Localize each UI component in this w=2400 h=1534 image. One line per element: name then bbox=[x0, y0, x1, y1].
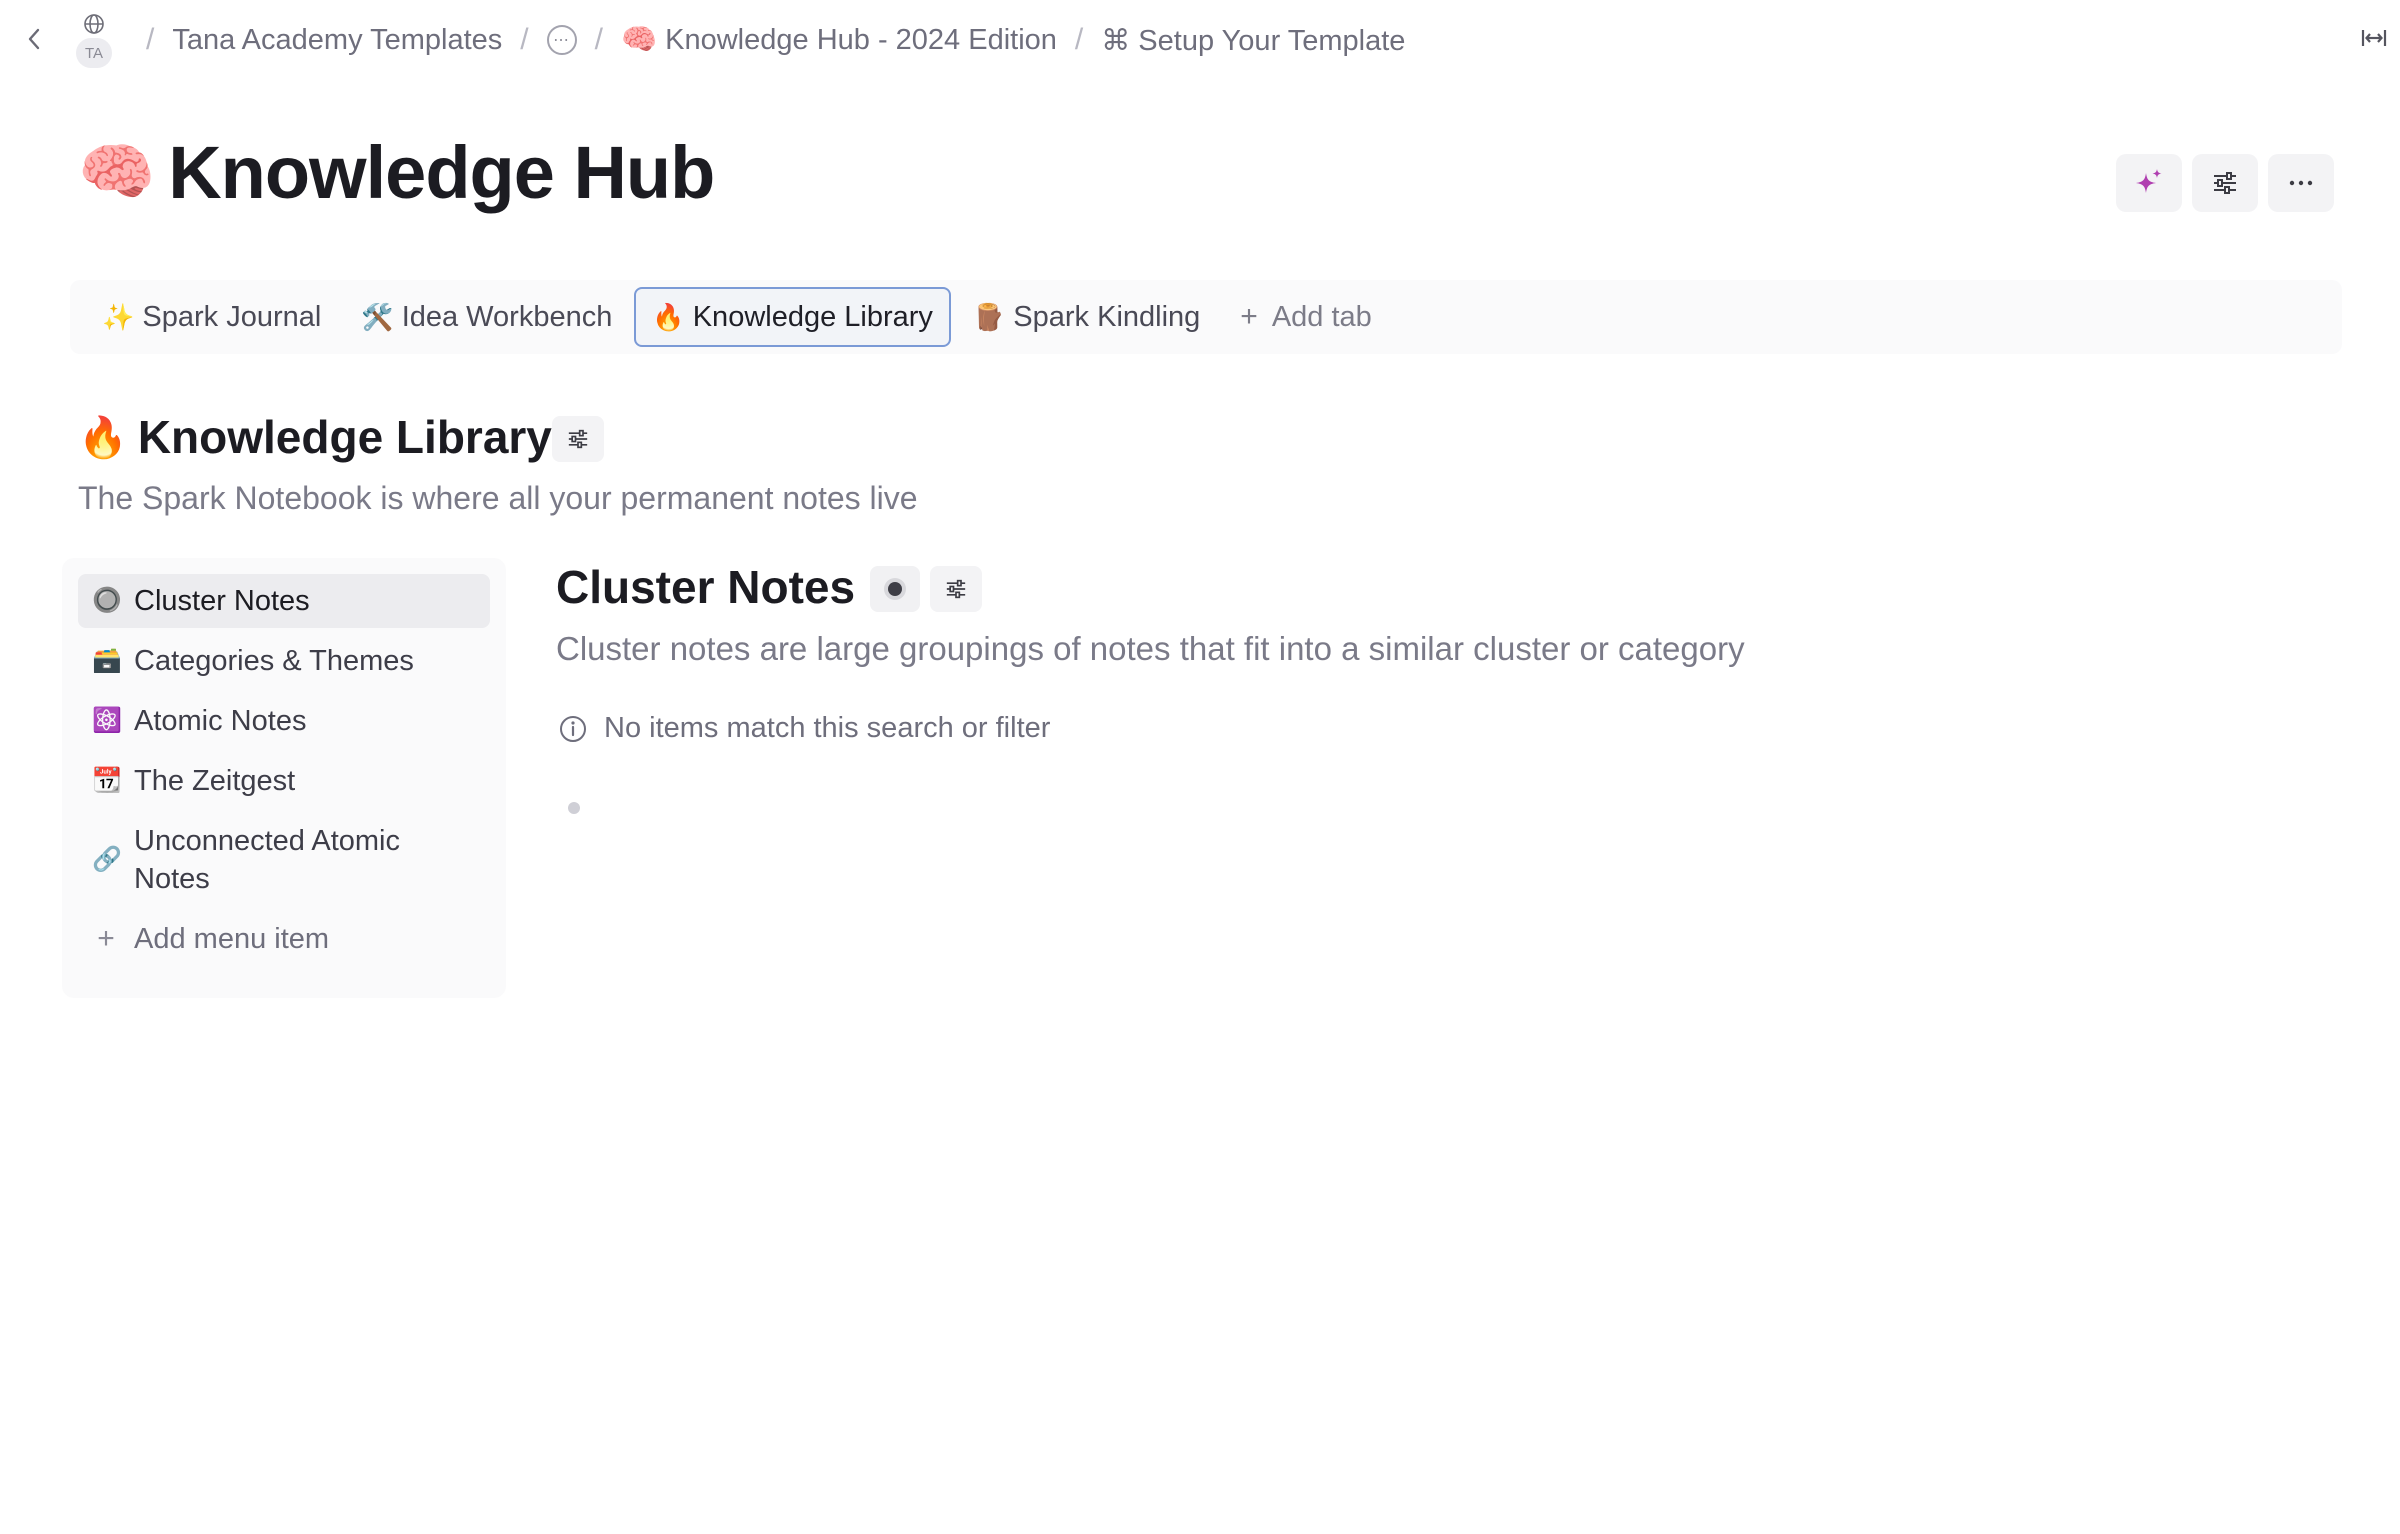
section-description: The Spark Notebook is where all your per… bbox=[78, 480, 918, 516]
sliders-icon bbox=[946, 579, 966, 599]
breadcrumb-separator: / bbox=[146, 23, 155, 56]
section-title: 🔥 Knowledge Library bbox=[78, 410, 552, 464]
workspace-switcher[interactable]: TA bbox=[76, 12, 112, 70]
add-tab-button[interactable]: + Add tab bbox=[1222, 287, 1390, 347]
add-menu-item-label: Add menu item bbox=[134, 923, 330, 955]
menu-item-unconnected-atomic-notes[interactable]: 🔗 Unconnected Atomic Notes bbox=[78, 814, 490, 906]
side-menu: 🔘 Cluster Notes 🗃️ Categories & Themes ⚛… bbox=[62, 558, 506, 998]
plus-icon: + bbox=[97, 922, 115, 955]
empty-state-text: No items match this search or filter bbox=[604, 712, 1051, 744]
sliders-icon bbox=[568, 429, 588, 449]
radio-button-icon: 🔘 bbox=[92, 587, 122, 614]
empty-state: No items match this search or filter bbox=[558, 712, 1050, 745]
tab-bar: ✨ Spark Journal 🛠️ Idea Workbench 🔥 Know… bbox=[70, 280, 2342, 354]
tab-spark-journal[interactable]: ✨ Spark Journal bbox=[84, 287, 339, 347]
tab-label: Spark Kindling bbox=[1013, 300, 1201, 333]
sparkles-icon: ✨ bbox=[102, 301, 135, 332]
tab-spark-kindling[interactable]: 🪵 Spark Kindling bbox=[955, 287, 1218, 347]
breadcrumb: / Tana Academy Templates / ⋯ / 🧠 Knowled… bbox=[128, 18, 1405, 62]
workspace-badge: TA bbox=[76, 38, 112, 68]
bullet-dot-icon bbox=[888, 582, 902, 596]
more-icon bbox=[2289, 180, 2313, 186]
top-bar: TA / Tana Academy Templates / ⋯ / 🧠 Know… bbox=[0, 0, 2400, 80]
section-title-text[interactable]: Knowledge Library bbox=[138, 410, 552, 464]
menu-item-label: Atomic Notes bbox=[134, 705, 307, 737]
main-description: Cluster notes are large groupings of not… bbox=[556, 630, 1745, 667]
breadcrumb-separator: / bbox=[1074, 23, 1084, 56]
node-bullet-button[interactable] bbox=[870, 566, 920, 612]
breadcrumb-item-setup[interactable]: ⌘ Setup Your Template bbox=[1101, 23, 1405, 58]
main-title[interactable]: Cluster Notes bbox=[556, 560, 855, 614]
header-actions bbox=[2116, 154, 2334, 212]
fire-icon: 🔥 bbox=[78, 415, 128, 460]
tab-idea-workbench[interactable]: 🛠️ Idea Workbench bbox=[343, 287, 630, 347]
calendar-icon: 📆 bbox=[92, 767, 122, 794]
brain-icon: 🧠 bbox=[78, 138, 155, 207]
menu-item-label: Unconnected Atomic Notes bbox=[134, 825, 400, 895]
breadcrumb-more-icon[interactable]: ⋯ bbox=[546, 25, 577, 55]
menu-item-categories-themes[interactable]: 🗃️ Categories & Themes bbox=[78, 634, 490, 688]
breadcrumb-item-workspace[interactable]: Tana Academy Templates bbox=[172, 24, 502, 57]
tab-label: Knowledge Library bbox=[692, 300, 933, 333]
empty-node-bullet[interactable] bbox=[568, 802, 580, 814]
add-tab-label: Add tab bbox=[1271, 300, 1372, 333]
globe-icon bbox=[84, 14, 104, 34]
fire-icon: 🔥 bbox=[652, 301, 685, 332]
menu-item-atomic-notes[interactable]: ⚛️ Atomic Notes bbox=[78, 694, 490, 748]
breadcrumb-separator: / bbox=[520, 23, 529, 56]
menu-item-label: Categories & Themes bbox=[134, 645, 414, 677]
expand-width-icon[interactable] bbox=[2358, 22, 2390, 54]
tab-knowledge-library[interactable]: 🔥 Knowledge Library bbox=[634, 287, 951, 347]
card-file-box-icon: 🗃️ bbox=[92, 647, 122, 674]
section-options-button[interactable] bbox=[552, 416, 604, 462]
wood-icon: 🪵 bbox=[972, 301, 1006, 332]
page-title-text[interactable]: Knowledge Hub bbox=[168, 130, 715, 215]
view-options-button[interactable] bbox=[2192, 154, 2258, 212]
menu-item-label: Cluster Notes bbox=[134, 585, 310, 617]
sliders-icon bbox=[2214, 172, 2236, 194]
info-icon bbox=[560, 715, 586, 742]
tab-label: Spark Journal bbox=[142, 300, 322, 333]
link-icon: 🔗 bbox=[92, 846, 122, 873]
atom-icon: ⚛️ bbox=[92, 707, 122, 734]
page-title: 🧠 Knowledge Hub bbox=[78, 130, 715, 215]
back-chevron-icon[interactable] bbox=[22, 22, 46, 56]
breadcrumb-separator: / bbox=[594, 23, 603, 56]
more-options-button[interactable] bbox=[2268, 154, 2334, 212]
menu-item-cluster-notes[interactable]: 🔘 Cluster Notes bbox=[78, 574, 490, 628]
tab-label: Idea Workbench bbox=[401, 300, 613, 333]
sparkle-icon bbox=[2136, 169, 2162, 193]
ai-sparkle-button[interactable] bbox=[2116, 154, 2182, 212]
add-menu-item-button[interactable]: + Add menu item bbox=[78, 912, 490, 966]
breadcrumb-item-knowledge-hub[interactable]: 🧠 Knowledge Hub - 2024 Edition bbox=[621, 23, 1057, 57]
menu-item-label: The Zeitgest bbox=[134, 765, 296, 797]
plus-icon: + bbox=[1240, 300, 1258, 333]
menu-item-the-zeitgest[interactable]: 📆 The Zeitgest bbox=[78, 754, 490, 808]
main-options-button[interactable] bbox=[930, 566, 982, 612]
tools-icon: 🛠️ bbox=[361, 301, 394, 332]
